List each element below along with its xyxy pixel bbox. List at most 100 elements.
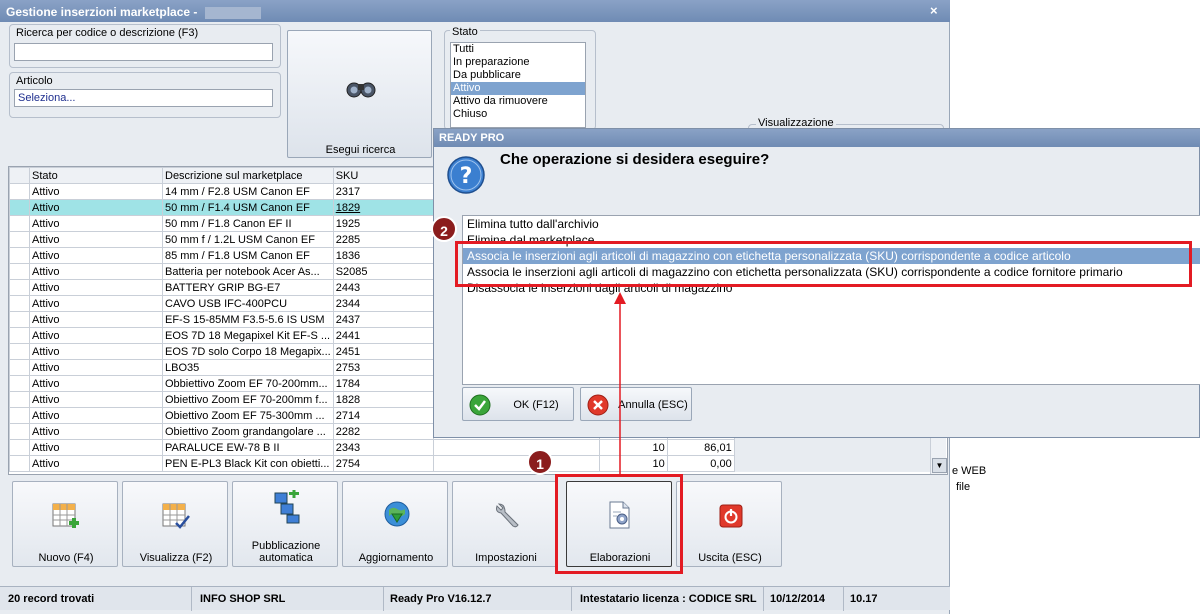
row-indicator <box>9 215 30 232</box>
table-row[interactable]: Attivo PARALUCE EW-78 B II 2343 10 86,01 <box>9 439 935 456</box>
step-badge-2: 2 <box>431 216 457 242</box>
row-indicator <box>9 279 30 296</box>
row-descrizione: 85 mm / F1.8 USM Canon EF <box>162 247 334 264</box>
stato-item-attivo-da-rimuovere[interactable]: Attivo da rimuovere <box>451 95 585 108</box>
settings-button-label: Impostazioni <box>475 552 537 564</box>
row-stato: Attivo <box>29 407 163 424</box>
settings-button[interactable]: Impostazioni <box>452 481 558 567</box>
row-indicator <box>9 375 30 392</box>
row-indicator <box>9 247 30 264</box>
row-sku: 1836 <box>332 247 434 264</box>
table-row[interactable]: Attivo PEN E-PL3 Black Kit con obietti...… <box>9 455 935 472</box>
row-sku: 1828 <box>332 391 434 408</box>
row-descrizione: PARALUCE EW-78 B II <box>162 439 334 456</box>
scroll-down-icon[interactable]: ▼ <box>932 458 947 473</box>
step-badge-1: 1 <box>527 449 553 475</box>
row-extra <box>432 455 600 472</box>
bg-web-text: e WEB <box>952 465 987 477</box>
new-button-label: Nuovo (F4) <box>38 552 94 564</box>
row-indicator <box>9 423 30 440</box>
row-descrizione: EF-S 15-85MM F3.5-5.6 IS USM <box>162 311 334 328</box>
update-button[interactable]: Aggiornamento <box>342 481 448 567</box>
row-sku: 2343 <box>332 439 434 456</box>
row-descrizione: PEN E-PL3 Black Kit con obietti... <box>162 455 334 472</box>
status-version: Ready Pro V16.12.7 <box>386 587 572 611</box>
row-indicator <box>9 311 30 328</box>
svg-text:?: ? <box>460 164 473 189</box>
exit-button[interactable]: Uscita (ESC) <box>676 481 782 567</box>
grid-header-descrizione[interactable]: Descrizione sul marketplace <box>162 167 334 184</box>
row-stato: Attivo <box>29 439 163 456</box>
view-button[interactable]: Visualizza (F2) <box>122 481 228 567</box>
row-stato: Attivo <box>29 199 163 216</box>
close-icon[interactable]: × <box>930 3 1192 18</box>
new-button[interactable]: Nuovo (F4) <box>12 481 118 567</box>
row-sku: 2317 <box>332 183 434 200</box>
ok-button[interactable]: OK (F12) <box>462 387 574 421</box>
status-license: Intestatario licenza : CODICE SRL <box>576 587 764 611</box>
exit-button-label: Uscita (ESC) <box>698 552 762 564</box>
status-date: 10/12/2014 <box>766 587 844 611</box>
dialog-title: READY PRO <box>434 129 1200 147</box>
option-delete-all[interactable]: Elimina tutto dall'archivio <box>463 216 1200 232</box>
row-stato: Attivo <box>29 279 163 296</box>
wrench-icon <box>496 503 519 528</box>
row-stato: Attivo <box>29 327 163 344</box>
row-indicator <box>9 231 30 248</box>
row-stato: Attivo <box>29 359 163 376</box>
row-descrizione: Obiettivo Zoom grandangolare ... <box>162 423 334 440</box>
row-price: 86,01 <box>666 439 735 456</box>
article-label: Articolo <box>16 75 53 87</box>
row-sku: 2344 <box>332 295 434 312</box>
grid-header-sku[interactable]: SKU <box>332 167 434 184</box>
row-stato: Attivo <box>29 343 163 360</box>
binoculars-icon <box>346 82 376 98</box>
search-input[interactable] <box>14 43 273 61</box>
stato-item-da-pubblicare[interactable]: Da pubblicare <box>451 69 585 82</box>
stato-item-in-preparazione[interactable]: In preparazione <box>451 56 585 69</box>
grid-add-icon <box>52 503 79 528</box>
status-company: INFO SHOP SRL <box>196 587 384 611</box>
row-sku: 2285 <box>332 231 434 248</box>
dialog-question: Che operazione si desidera eseguire? <box>500 151 770 168</box>
row-descrizione: 50 mm / F1.8 Canon EF II <box>162 215 334 232</box>
search-button[interactable]: Esegui ricerca <box>287 30 432 158</box>
row-indicator <box>9 343 30 360</box>
stato-item-attivo[interactable]: Attivo <box>451 82 585 95</box>
annotation-arrow <box>614 292 626 476</box>
row-sku: 2443 <box>332 279 434 296</box>
window-titlebar: Gestione inserzioni marketplace - <box>0 0 950 22</box>
stato-label: Stato <box>450 26 480 38</box>
auto-publish-button[interactable]: Pubblicazione automatica <box>232 481 338 567</box>
status-records: 20 record trovati <box>4 587 192 611</box>
stato-item-chiuso[interactable]: Chiuso <box>451 108 585 121</box>
row-sku: 1829 <box>332 199 434 216</box>
row-stato: Attivo <box>29 311 163 328</box>
row-indicator <box>9 407 30 424</box>
row-sku: 1784 <box>332 375 434 392</box>
row-sku: 2451 <box>332 343 434 360</box>
row-blank <box>734 439 935 456</box>
row-descrizione: CAVO USB IFC-400PCU <box>162 295 334 312</box>
row-sku: 1925 <box>332 215 434 232</box>
row-indicator <box>9 359 30 376</box>
question-icon: ? <box>447 156 485 194</box>
row-stato: Attivo <box>29 231 163 248</box>
row-descrizione: LBO35 <box>162 359 334 376</box>
stato-item-tutti[interactable]: Tutti <box>451 43 585 56</box>
article-select[interactable]: Seleziona... <box>14 89 273 107</box>
grid-header-stato[interactable]: Stato <box>29 167 163 184</box>
row-indicator <box>9 455 30 472</box>
row-indicator <box>9 439 30 456</box>
search-button-label: Esegui ricerca <box>325 144 396 156</box>
status-time: 10.17 <box>850 593 878 605</box>
auto-publish-button-label: Pubblicazione automatica <box>251 540 321 564</box>
update-button-label: Aggiornamento <box>358 552 434 564</box>
row-descrizione: EOS 7D solo Corpo 18 Megapix... <box>162 343 334 360</box>
row-descrizione: Obiettivo Zoom EF 70-200mm f... <box>162 391 334 408</box>
row-descrizione: EOS 7D 18 Megapixel Kit EF-S ... <box>162 327 334 344</box>
row-indicator <box>9 199 30 216</box>
ok-button-label: OK (F12) <box>513 399 559 411</box>
row-descrizione: 50 mm / F1.4 USM Canon EF <box>162 199 334 216</box>
row-stato: Attivo <box>29 183 163 200</box>
